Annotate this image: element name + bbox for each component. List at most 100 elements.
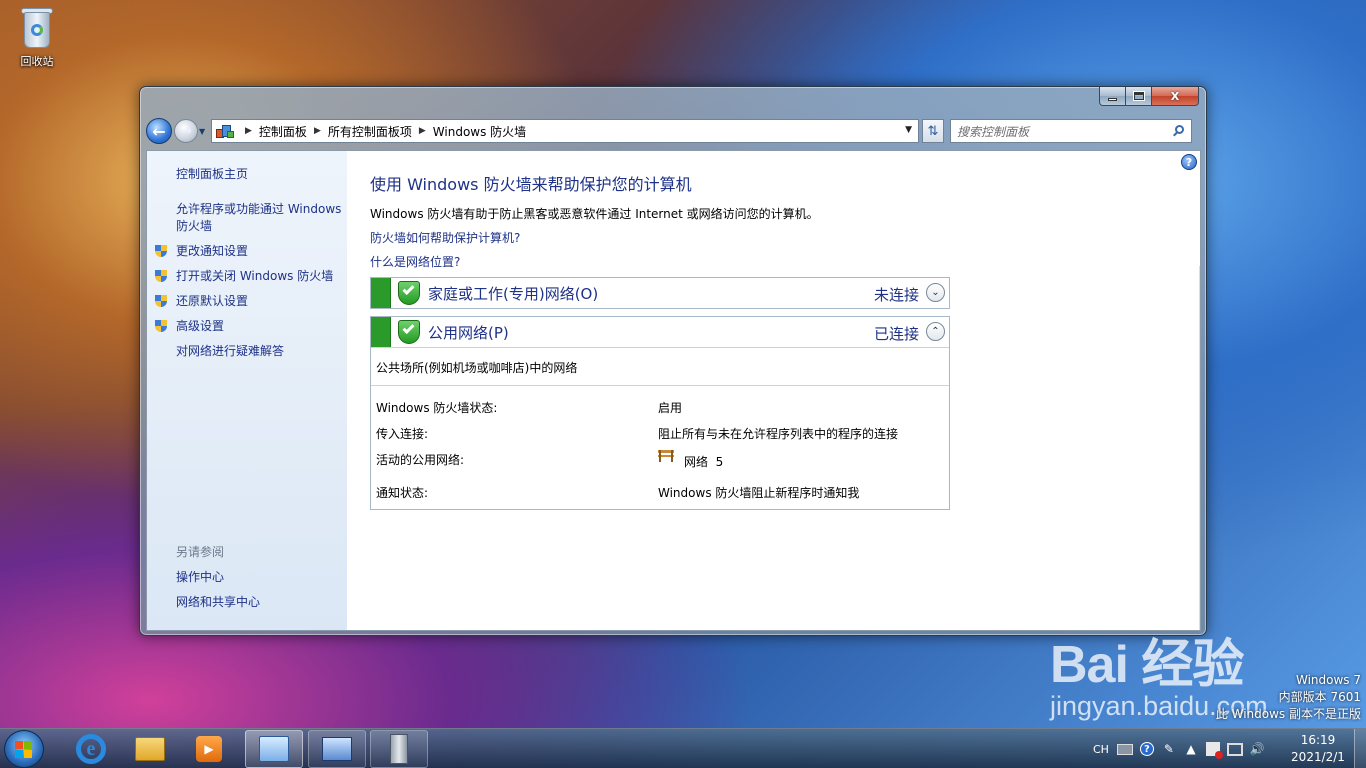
- detail-value-incoming: 阻止所有与未在允许程序列表中的程序的连接: [658, 427, 899, 441]
- search-input[interactable]: 搜索控制面板: [950, 119, 1192, 143]
- green-shield-icon: [398, 281, 420, 305]
- breadcrumb-all-items[interactable]: 所有控制面板项: [328, 123, 412, 140]
- navigation-bar: ← → ▼ ▶ 控制面板 ▶ 所有控制面板项 ▶ Windows 防火墙 ▼ ⇅…: [146, 117, 1200, 145]
- link-advanced-settings[interactable]: 高级设置: [176, 318, 346, 335]
- system-tray: CH ? ✎ ▲ 🔊: [1093, 729, 1271, 768]
- breadcrumb-firewall[interactable]: Windows 防火墙: [433, 123, 526, 140]
- link-restore-defaults[interactable]: 还原默认设置: [176, 293, 346, 310]
- minimize-button[interactable]: [1099, 87, 1126, 106]
- build-line-3: 此 Windows 副本不是正版: [1215, 707, 1361, 721]
- volume-icon[interactable]: 🔊: [1249, 741, 1265, 757]
- close-button[interactable]: X: [1152, 87, 1199, 106]
- private-network-name: 家庭或工作(专用)网络(O): [428, 284, 599, 303]
- control-panel-window-icon: [259, 736, 289, 762]
- green-shield-icon: [398, 320, 420, 344]
- status-bar: [371, 278, 391, 308]
- link-what-are-network-locations[interactable]: 什么是网络位置?: [370, 253, 460, 270]
- taskbar-internet-explorer[interactable]: e: [62, 730, 120, 768]
- taskbar-media-player[interactable]: ▶: [180, 730, 238, 768]
- content-area: 控制面板主页 允许程序或功能通过 Windows 防火墙 更改通知设置 打开或关…: [146, 150, 1201, 631]
- help-icon[interactable]: ?: [1181, 154, 1197, 170]
- detail-label-incoming: 传入连接:: [376, 427, 429, 441]
- link-troubleshoot-network[interactable]: 对网络进行疑难解答: [176, 343, 346, 360]
- build-line-1: Windows 7: [1295, 673, 1361, 687]
- uac-shield-icon: [154, 294, 168, 309]
- taskbar-server-manager[interactable]: [370, 730, 428, 768]
- network-icon[interactable]: [1226, 741, 1243, 757]
- link-network-sharing-center[interactable]: 网络和共享中心: [176, 594, 346, 611]
- uac-shield-icon: [154, 244, 168, 259]
- refresh-button[interactable]: ⇅: [922, 119, 944, 143]
- pen-icon[interactable]: ✎: [1161, 741, 1177, 757]
- public-network-details: Windows 防火墙状态: 启用 传入连接: 阻止所有与未在允许程序列表中的程…: [371, 385, 949, 509]
- media-player-icon: ▶: [196, 736, 222, 762]
- status-bar: [371, 317, 391, 347]
- control-panel-icon: [216, 123, 234, 139]
- folder-icon: [135, 737, 165, 761]
- recycle-bin-shortcut[interactable]: 回收站: [12, 6, 62, 69]
- link-turn-firewall-on-off[interactable]: 打开或关闭 Windows 防火墙: [176, 268, 346, 285]
- breadcrumb-control-panel[interactable]: 控制面板: [259, 123, 307, 140]
- public-network-status: 已连接: [873, 325, 919, 343]
- recent-pages-dropdown[interactable]: ▼: [199, 127, 209, 136]
- detail-label-notification: 通知状态:: [376, 486, 429, 500]
- link-allow-programs[interactable]: 允许程序或功能通过 Windows 防火墙: [176, 201, 346, 235]
- public-network-panel: 公用网络(P) 已连接 ⌃ 公共场所(例如机场或咖啡店)中的网络 Windows…: [370, 316, 950, 510]
- link-how-firewall-helps[interactable]: 防火墙如何帮助保护计算机?: [370, 229, 520, 246]
- link-action-center[interactable]: 操作中心: [176, 569, 346, 586]
- input-language[interactable]: CH: [1093, 743, 1109, 756]
- taskbar-control-panel[interactable]: [245, 730, 303, 768]
- expand-chevron-down-icon[interactable]: ⌄: [926, 283, 945, 302]
- breadcrumb-separator-icon[interactable]: ▶: [419, 126, 426, 136]
- active-network-name: 网络 5: [684, 455, 724, 469]
- breadcrumb-separator-icon[interactable]: ▶: [314, 126, 321, 136]
- breadcrumb-separator-icon[interactable]: ▶: [245, 126, 252, 136]
- keyboard-icon[interactable]: [1116, 741, 1133, 757]
- maximize-icon: [1132, 91, 1145, 101]
- show-desktop-button[interactable]: [1354, 729, 1366, 768]
- page-description: Windows 防火墙有助于防止黑客或恶意软件通过 Internet 或网络访问…: [370, 207, 819, 221]
- detail-label-firewall-state: Windows 防火墙状态:: [376, 401, 498, 415]
- detail-value-active-network: 网络 5: [658, 447, 723, 469]
- recycle-bin-label: 回收站: [20, 55, 54, 68]
- show-hidden-icons-icon[interactable]: ▲: [1183, 741, 1199, 757]
- search-icon[interactable]: [1173, 125, 1185, 137]
- collapse-chevron-up-icon[interactable]: ⌃: [926, 322, 945, 341]
- caption-buttons: X: [1099, 87, 1199, 107]
- public-network-header[interactable]: 公用网络(P) 已连接 ⌃: [371, 317, 949, 347]
- uac-shield-icon: [154, 269, 168, 284]
- detail-value-firewall-state: 启用: [658, 401, 683, 415]
- remote-desktop-icon: [322, 737, 352, 761]
- help-tray-icon[interactable]: ?: [1139, 741, 1155, 757]
- server-icon: [390, 734, 408, 764]
- task-pane: 控制面板主页 允许程序或功能通过 Windows 防火墙 更改通知设置 打开或关…: [147, 151, 347, 630]
- start-button[interactable]: [4, 730, 44, 768]
- search-placeholder: 搜索控制面板: [957, 124, 1030, 139]
- action-center-flag-icon[interactable]: [1205, 741, 1223, 759]
- private-network-header[interactable]: 家庭或工作(专用)网络(O) 未连接 ⌄: [371, 278, 949, 308]
- forward-arrow-icon: →: [180, 123, 192, 139]
- taskbar-explorer[interactable]: [121, 730, 179, 768]
- link-control-panel-home[interactable]: 控制面板主页: [176, 166, 346, 183]
- private-network-panel: 家庭或工作(专用)网络(O) 未连接 ⌄: [370, 277, 950, 309]
- link-change-notifications[interactable]: 更改通知设置: [176, 243, 346, 260]
- taskbar-remote-desktop[interactable]: [308, 730, 366, 768]
- firewall-window: X ← → ▼ ▶ 控制面板 ▶ 所有控制面板项 ▶ Windows 防火墙 ▼…: [139, 86, 1207, 636]
- clock[interactable]: 16:19 2021/2/1: [1283, 732, 1353, 766]
- address-dropdown-icon[interactable]: ▼: [905, 125, 912, 135]
- refresh-icon: ⇅: [927, 123, 939, 139]
- public-network-name: 公用网络(P): [428, 323, 509, 342]
- uac-shield-icon: [154, 319, 168, 334]
- maximize-button[interactable]: [1126, 87, 1152, 106]
- detail-value-notification: Windows 防火墙阻止新程序时通知我: [658, 486, 860, 500]
- public-bench-icon: [658, 448, 674, 462]
- windows-build-info: Windows 7 内部版本 7601 此 Windows 副本不是正版: [1216, 672, 1361, 723]
- taskbar: e ▶ CH ? ✎ ▲ 🔊 16:19 2021/2/1: [0, 728, 1366, 768]
- address-bar[interactable]: ▶ 控制面板 ▶ 所有控制面板项 ▶ Windows 防火墙 ▼: [211, 119, 919, 143]
- minimize-icon: [1108, 97, 1117, 101]
- forward-button[interactable]: →: [174, 119, 198, 143]
- public-network-description: 公共场所(例如机场或咖啡店)中的网络: [371, 347, 949, 385]
- build-line-2: 内部版本 7601: [1278, 690, 1361, 704]
- back-button[interactable]: ←: [146, 118, 172, 144]
- back-arrow-icon: ←: [152, 121, 166, 141]
